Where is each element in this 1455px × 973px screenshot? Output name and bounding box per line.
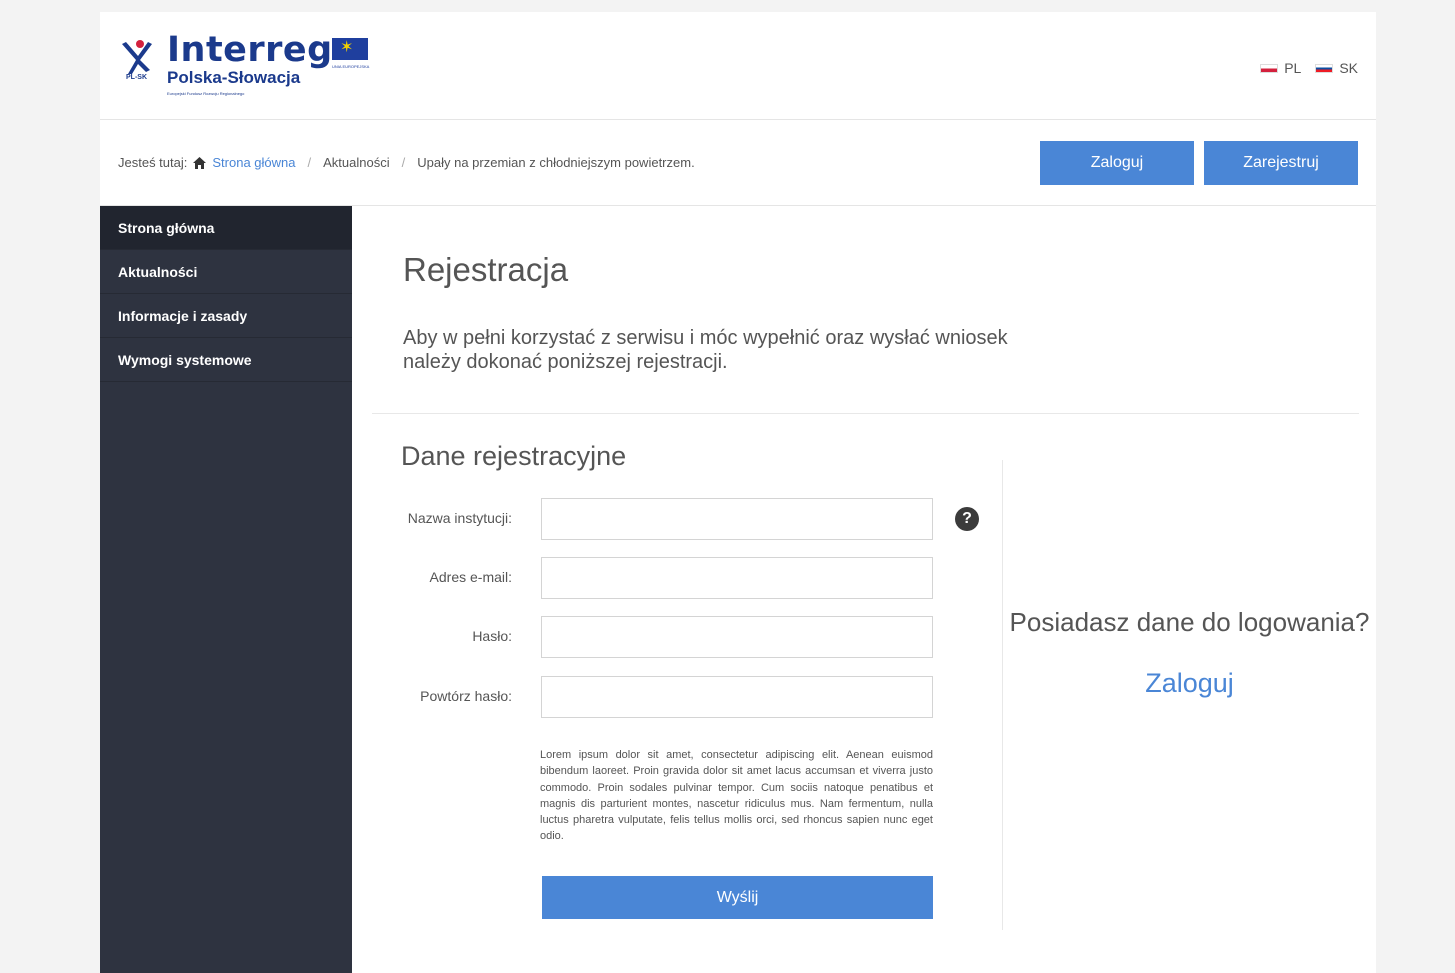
- logo-subtitle: Polska-Słowacja: [167, 68, 301, 87]
- submit-button[interactable]: Wyślij: [542, 876, 933, 919]
- home-icon: [193, 156, 207, 169]
- breadcrumb-item-current: Upały na przemian z chłodniejszym powiet…: [417, 155, 695, 170]
- flag-pl-icon: [1260, 63, 1279, 73]
- divider: [372, 413, 1359, 414]
- logo[interactable]: PL-SK Interreg ✶ UNIA EUROPEJSKA Polska-…: [118, 30, 369, 100]
- form-row-institution: Nazwa instytucji: ?: [352, 498, 992, 540]
- breadcrumb: Jesteś tutaj: Strona główna / Aktualnośc…: [118, 155, 695, 170]
- password-repeat-label: Powtórz hasło:: [420, 688, 512, 704]
- breadcrumb-item-news[interactable]: Aktualności: [323, 155, 389, 170]
- institution-label: Nazwa instytucji:: [407, 510, 512, 526]
- interreg-mark-icon: [122, 40, 152, 74]
- sidebar-item-news[interactable]: Aktualności: [100, 250, 352, 294]
- logo-fund-text: Europejski Fundusz Rozwoju Regionalnego: [167, 91, 245, 96]
- breadcrumb-home-link[interactable]: Strona główna: [212, 155, 295, 170]
- terms-text: Lorem ipsum dolor sit amet, consectetur …: [540, 749, 933, 843]
- form-row-password: Hasło:: [352, 616, 992, 658]
- intro-text: Aby w pełni korzystać z serwisu i móc wy…: [403, 327, 1008, 373]
- logo-brand: Interreg: [167, 30, 333, 70]
- password-label: Hasło:: [472, 628, 512, 644]
- lang-sk[interactable]: SK: [1315, 60, 1358, 76]
- eu-flag-icon: ✶: [332, 38, 368, 60]
- login-prompt: Posiadasz dane do logowania? Zaloguj: [1003, 606, 1376, 699]
- breadcrumb-separator: /: [401, 155, 406, 170]
- header: PL-SK Interreg ✶ UNIA EUROPEJSKA Polska-…: [100, 12, 1376, 120]
- sidebar: Strona główna Aktualności Informacje i z…: [100, 206, 352, 973]
- email-input[interactable]: [541, 557, 933, 599]
- form-row-password-repeat: Powtórz hasło:: [352, 676, 992, 718]
- login-prompt-question: Posiadasz dane do logowania?: [1009, 607, 1370, 637]
- sidebar-item-home[interactable]: Strona główna: [100, 206, 352, 250]
- breadcrumb-separator: /: [307, 155, 312, 170]
- breadcrumb-prefix: Jesteś tutaj:: [118, 155, 188, 170]
- form-title: Dane rejestracyjne: [401, 441, 627, 471]
- lang-pl-label: PL: [1284, 60, 1302, 76]
- login-link[interactable]: Zaloguj: [1145, 668, 1234, 699]
- main-content: Rejestracja Aby w pełni korzystać z serw…: [352, 206, 1376, 973]
- lang-sk-label: SK: [1339, 60, 1358, 76]
- help-icon[interactable]: ?: [955, 507, 979, 531]
- page-container: PL-SK Interreg ✶ UNIA EUROPEJSKA Polska-…: [100, 12, 1376, 973]
- sidebar-item-system-requirements[interactable]: Wymogi systemowe: [100, 338, 352, 382]
- password-input[interactable]: [541, 616, 933, 658]
- page-title: Rejestracja: [403, 251, 569, 288]
- form-row-email: Adres e-mail:: [352, 557, 992, 599]
- sidebar-item-info-rules[interactable]: Informacje i zasady: [100, 294, 352, 338]
- language-switcher: PL SK: [1260, 60, 1358, 76]
- email-label: Adres e-mail:: [429, 569, 512, 585]
- login-button[interactable]: Zaloguj: [1040, 141, 1194, 185]
- password-repeat-input[interactable]: [541, 676, 933, 718]
- register-button[interactable]: Zarejestruj: [1204, 141, 1358, 185]
- institution-input[interactable]: [541, 498, 933, 540]
- lang-pl[interactable]: PL: [1260, 60, 1301, 76]
- breadcrumb-bar: Jesteś tutaj: Strona główna / Aktualnośc…: [100, 121, 1376, 206]
- flag-sk-icon: [1315, 63, 1334, 73]
- logo-mark-label: PL-SK: [126, 74, 147, 81]
- eu-text: UNIA EUROPEJSKA: [332, 64, 370, 69]
